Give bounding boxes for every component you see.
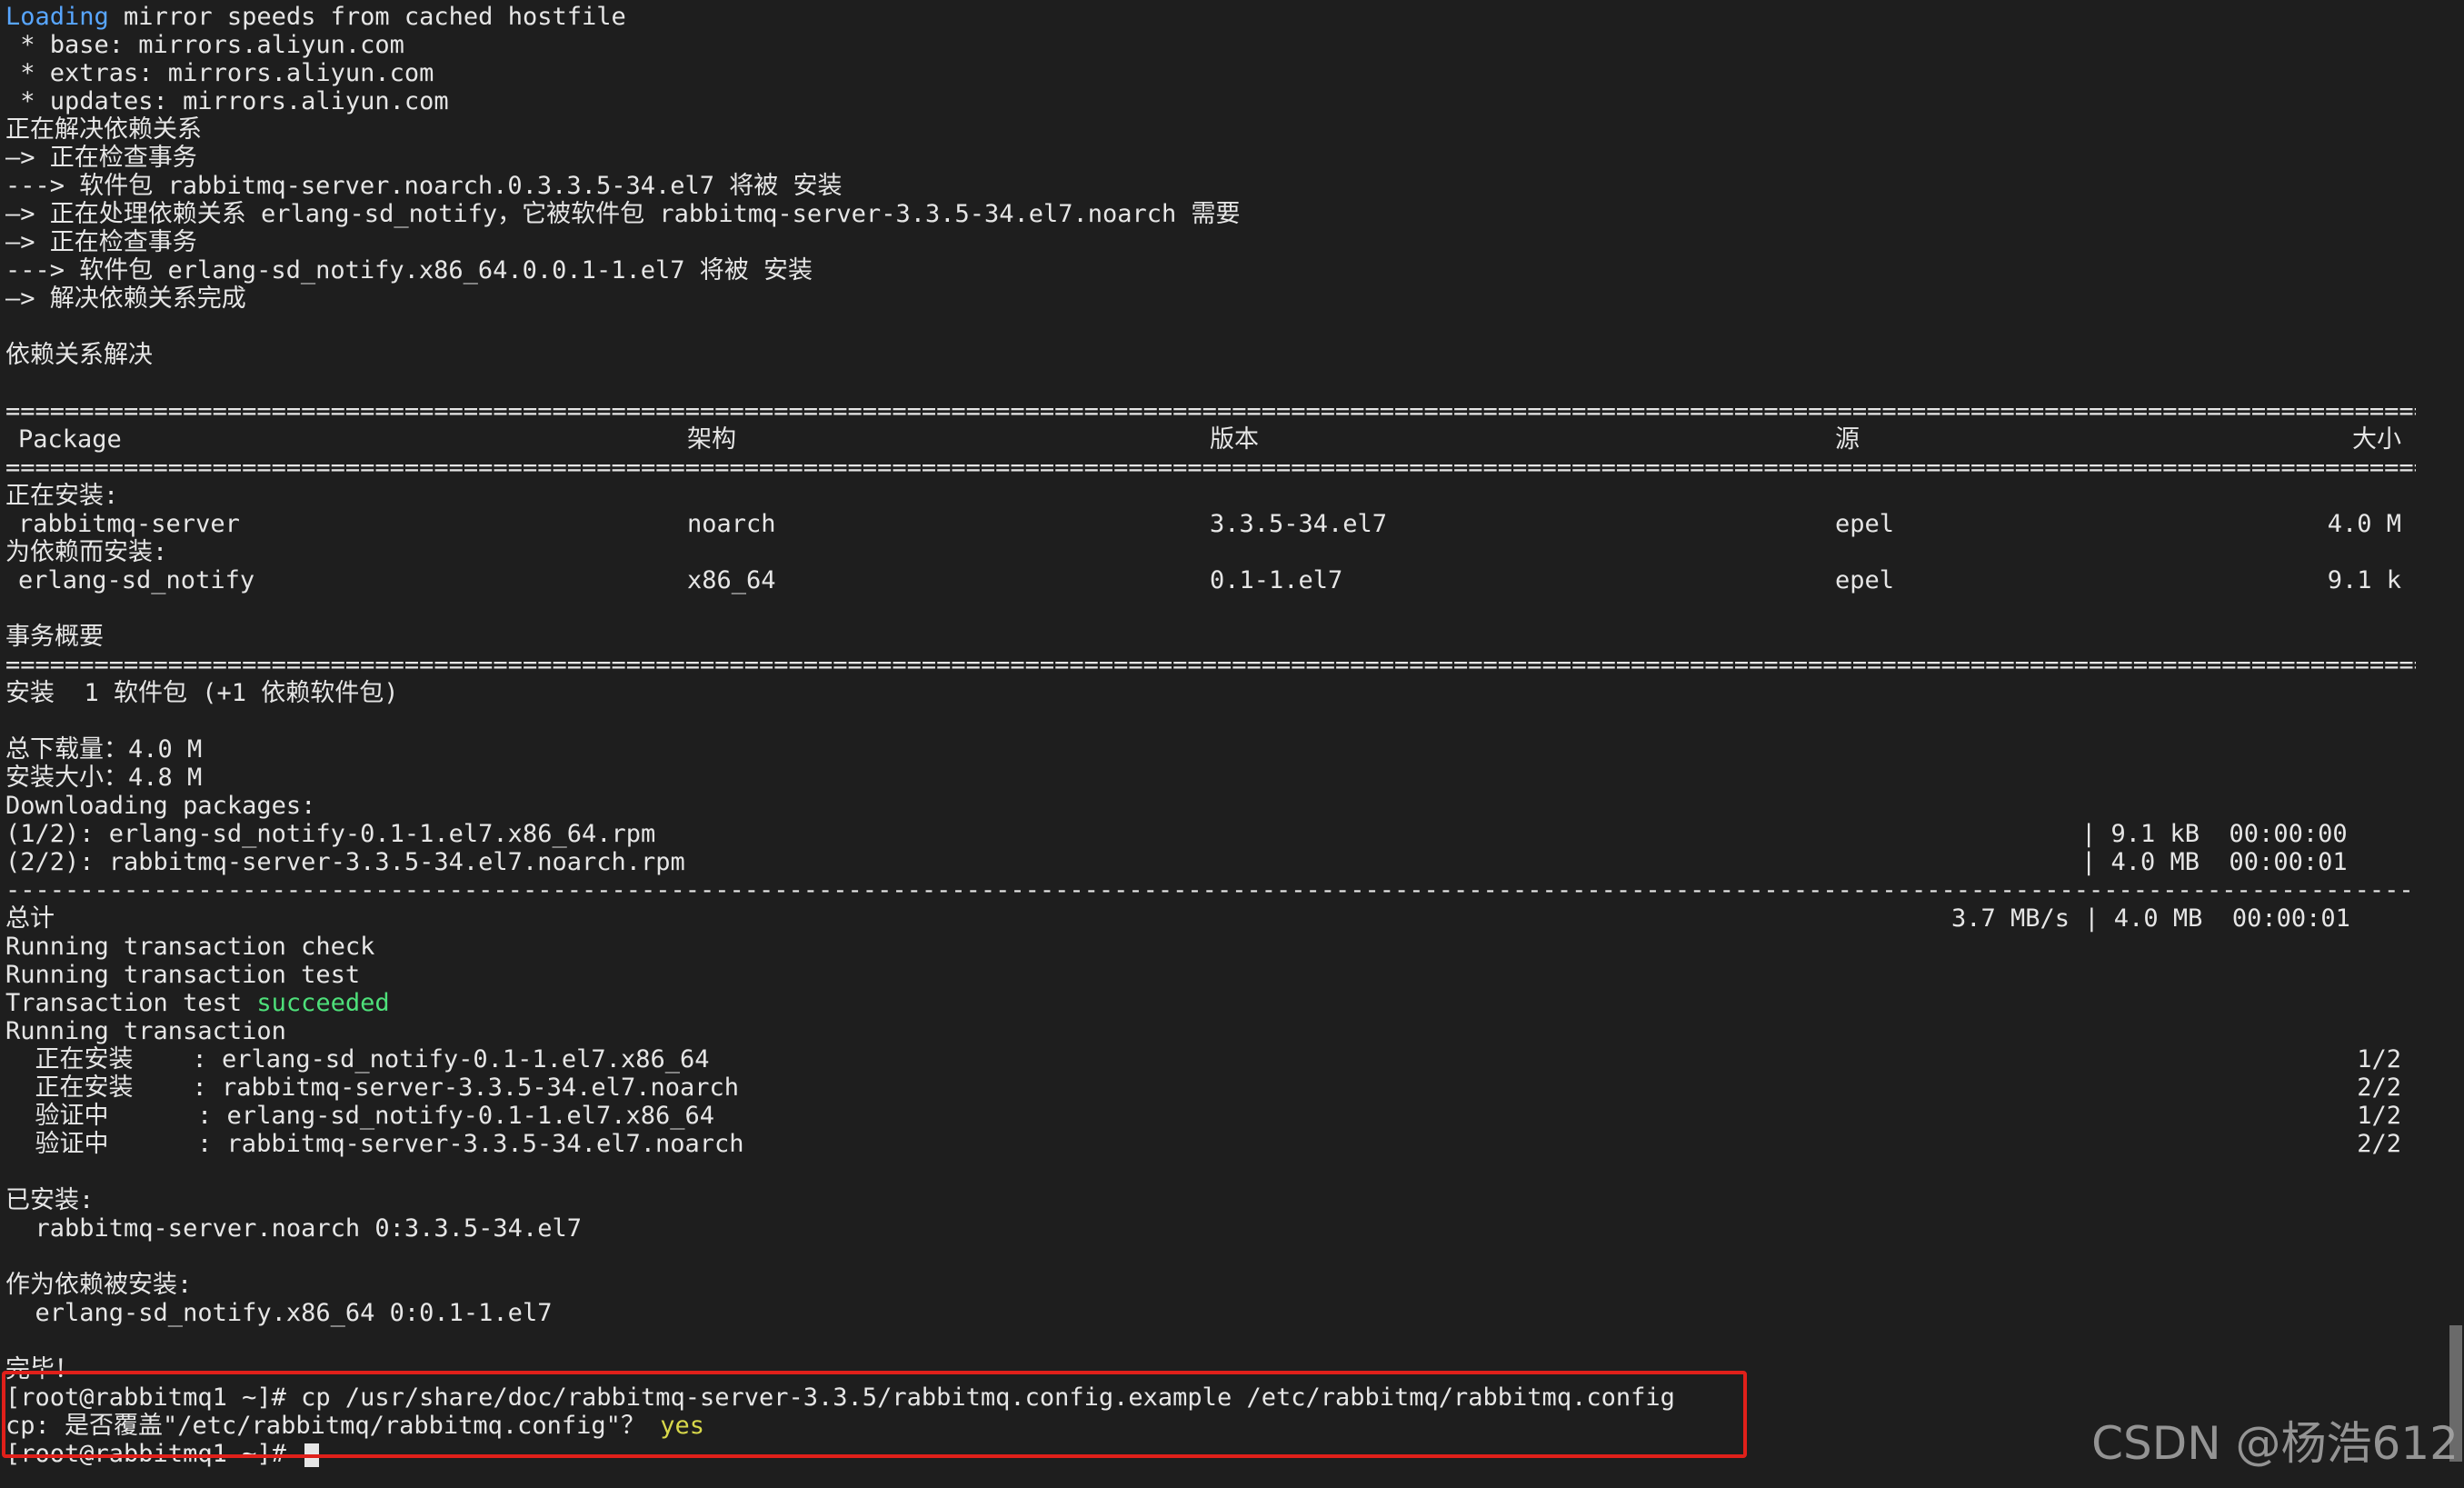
table-cell-version: 3.3.5-34.el7: [1210, 510, 1388, 538]
step-label: 正在安装 : erlang-sd_notify-0.1-1.el7.x86_64: [5, 1045, 710, 1074]
table-header-repo: 源: [1835, 425, 1860, 454]
download-name: (2/2): rabbitmq-server-3.3.5-34.el7.noar…: [5, 848, 685, 876]
table-rule-header: ========================================…: [5, 454, 2416, 482]
output-line-extras: * extras: mirrors.aliyun.com: [5, 59, 434, 87]
table-cell-repo: epel: [1835, 510, 1895, 538]
transaction-check: Running transaction check: [5, 933, 375, 961]
table-header-size: 大小: [2352, 425, 2401, 454]
transaction-succeeded: succeeded: [256, 989, 390, 1017]
step-label: 验证中 : rabbitmq-server-3.3.5-34.el7.noarc…: [5, 1130, 744, 1158]
step-count: 1/2: [2357, 1045, 2401, 1074]
table-cell-arch: x86_64: [687, 566, 776, 594]
output-line-resolved-done: —> 解决依赖关系完成: [5, 285, 246, 313]
summary-rule: ========================================…: [5, 651, 2416, 679]
total-stats: 3.7 MB/s | 4.0 MB 00:00:01: [1951, 904, 2350, 933]
transaction-test: Running transaction test: [5, 961, 361, 989]
table-cell-version: 0.1-1.el7: [1210, 566, 1343, 594]
transaction-test-prefix: Transaction test: [5, 989, 257, 1017]
table-cell-package: rabbitmq-server: [18, 510, 240, 538]
downloading-label: Downloading packages:: [5, 792, 316, 820]
table-cell-package: erlang-sd_notify: [18, 566, 255, 594]
summary-total-download: 总下载量：4.0 M: [5, 735, 203, 764]
table-cell-size: 9.1 k: [2327, 566, 2401, 594]
output-line-base: * base: mirrors.aliyun.com: [5, 31, 404, 59]
scrollbar[interactable]: [2448, 0, 2464, 1488]
step-count: 2/2: [2357, 1074, 2401, 1102]
dep-installed-package: erlang-sd_notify.x86_64 0:0.1-1.el7: [5, 1299, 553, 1327]
output-line-package-1: ---> 软件包 rabbitmq-server.noarch.0.3.3.5-…: [5, 172, 843, 200]
red-highlight-annotation: [2, 1371, 1747, 1458]
output-line-checking-1: —> 正在检查事务: [5, 144, 197, 172]
output-line-deps-resolved: 依赖关系解决: [5, 341, 153, 369]
output-line-resolving: 正在解决依赖关系: [5, 115, 202, 144]
step-count: 1/2: [2357, 1102, 2401, 1130]
download-rule: ----------------------------------------…: [5, 876, 2416, 904]
transaction-test-result: Transaction test succeeded: [5, 989, 390, 1017]
table-cell-size: 4.0 M: [2327, 510, 2401, 538]
summary-title: 事务概要: [5, 623, 104, 651]
loading-word: Loading: [5, 3, 109, 31]
table-group-dep-installing: 为依赖而安装:: [5, 538, 168, 566]
table-header-arch: 架构: [687, 425, 736, 454]
transaction-running: Running transaction: [5, 1017, 286, 1045]
dep-installed-label: 作为依赖被安装:: [5, 1271, 193, 1299]
output-line-loading: Loading mirror speeds from cached hostfi…: [5, 3, 626, 31]
table-group-installing: 正在安装:: [5, 482, 119, 510]
output-line-checking-2: —> 正在检查事务: [5, 228, 197, 256]
download-stats: | 9.1 kB 00:00:00: [2081, 820, 2348, 848]
table-rule-top: ========================================…: [5, 397, 2416, 425]
step-label: 正在安装 : rabbitmq-server-3.3.5-34.el7.noar…: [5, 1074, 739, 1102]
loading-rest: mirror speeds from cached hostfile: [108, 3, 626, 31]
output-line-processing: —> 正在处理依赖关系 erlang-sd_notify，它被软件包 rabbi…: [5, 200, 1241, 228]
table-cell-arch: noarch: [687, 510, 776, 538]
total-label: 总计: [5, 904, 55, 933]
csdn-watermark: CSDN @杨浩612: [2091, 1417, 2459, 1470]
table-header-package: Package: [18, 425, 122, 454]
output-line-updates: * updates: mirrors.aliyun.com: [5, 87, 449, 115]
output-line-package-2: ---> 软件包 erlang-sd_notify.x86_64.0.0.1-1…: [5, 256, 813, 285]
table-header-version: 版本: [1210, 425, 1259, 454]
table-cell-repo: epel: [1835, 566, 1895, 594]
step-count: 2/2: [2357, 1130, 2401, 1158]
summary-install-size: 安装大小：4.8 M: [5, 764, 203, 792]
summary-install-line: 安装 1 软件包 (+1 依赖软件包): [5, 679, 399, 707]
step-label: 验证中 : erlang-sd_notify-0.1-1.el7.x86_64: [5, 1102, 714, 1130]
installed-package: rabbitmq-server.noarch 0:3.3.5-34.el7: [5, 1214, 582, 1243]
download-name: (1/2): erlang-sd_notify-0.1-1.el7.x86_64…: [5, 820, 656, 848]
terminal-window[interactable]: Loading mirror speeds from cached hostfi…: [0, 0, 2464, 1488]
installed-label: 已安装:: [5, 1186, 95, 1214]
download-stats: | 4.0 MB 00:00:01: [2081, 848, 2348, 876]
